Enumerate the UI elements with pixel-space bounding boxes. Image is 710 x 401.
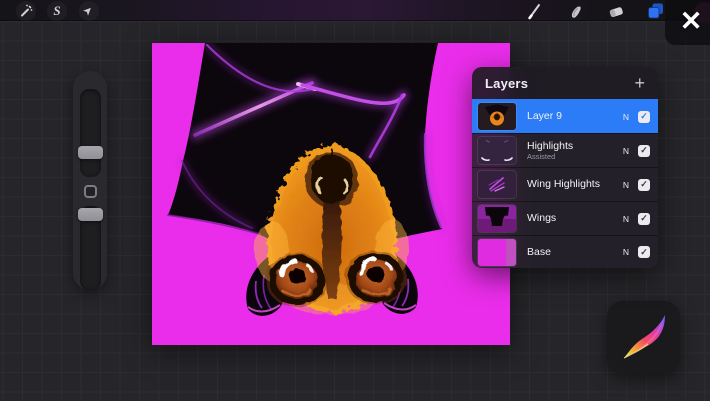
brush-sidebar (73, 71, 107, 290)
procreate-logo (607, 301, 680, 374)
layer-row-base[interactable]: Base N ✓ (472, 235, 658, 268)
procreate-swoosh-icon (614, 308, 674, 368)
layers-panel: Layers + Layer 9 N ✓ (472, 67, 658, 268)
brush-glyph (524, 1, 544, 21)
smudge-icon[interactable] (565, 0, 587, 22)
layer-row-wing-highlights[interactable]: Wing Highlights N ✓ (472, 167, 658, 201)
layer-label: Layer 9 (527, 110, 623, 122)
layers-glyph (645, 1, 665, 21)
bat-artwork (152, 43, 510, 345)
layer-thumbnail-wing-highlights (478, 171, 516, 198)
close-icon[interactable]: ✕ (674, 3, 708, 39)
layers-panel-header: Layers + (472, 67, 658, 99)
blend-mode-badge[interactable]: N (623, 112, 629, 122)
layer-row-wings[interactable]: Wings N ✓ (472, 201, 658, 235)
layer-label: Wing Highlights (527, 178, 623, 190)
brush-icon[interactable] (523, 0, 545, 22)
selection-s-glyph: S (53, 4, 60, 17)
brush-size-slider[interactable] (80, 89, 101, 177)
brush-size-handle[interactable] (78, 146, 103, 159)
add-layer-button[interactable]: + (634, 74, 645, 92)
selection-icon[interactable]: S (47, 1, 67, 21)
blend-mode-badge[interactable]: N (623, 214, 629, 224)
visibility-checkbox[interactable]: ✓ (638, 179, 650, 191)
top-toolbar: S ➤ (0, 0, 710, 21)
layer-thumbnail-highlights (478, 137, 516, 164)
blend-mode-badge[interactable]: N (623, 146, 629, 156)
layer-label: Wings (527, 212, 623, 224)
layer-thumbnail-bat-face (478, 103, 516, 130)
visibility-checkbox[interactable]: ✓ (638, 246, 650, 258)
drawing-canvas[interactable] (152, 43, 510, 345)
visibility-checkbox[interactable]: ✓ (638, 111, 650, 123)
layer-sublabel: Assisted (527, 152, 623, 161)
magic-wand-glyph (18, 3, 34, 19)
smudge-glyph (566, 1, 586, 21)
adjustments-icon[interactable] (16, 1, 36, 21)
eraser-icon[interactable] (605, 0, 627, 22)
layer-row-highlights[interactable]: Highlights Assisted N ✓ (472, 133, 658, 167)
modify-button[interactable] (84, 185, 97, 198)
transform-arrow-glyph: ➤ (82, 4, 96, 18)
layers-panel-title: Layers (485, 76, 528, 91)
layer-row-layer9[interactable]: Layer 9 N ✓ (472, 99, 658, 133)
procreate-workspace: S ➤ (0, 0, 710, 401)
layer-thumbnail-wings (478, 205, 516, 232)
blend-mode-badge[interactable]: N (623, 180, 629, 190)
visibility-checkbox[interactable]: ✓ (638, 213, 650, 225)
layers-icon[interactable] (644, 0, 666, 22)
brush-opacity-slider[interactable] (80, 206, 101, 290)
brush-opacity-handle[interactable] (78, 208, 103, 221)
layer-label: Highlights (527, 140, 623, 152)
blend-mode-badge[interactable]: N (623, 247, 629, 257)
visibility-checkbox[interactable]: ✓ (638, 145, 650, 157)
layer-label: Base (527, 246, 623, 258)
transform-icon[interactable]: ➤ (79, 1, 99, 21)
eraser-glyph (606, 1, 626, 21)
layer-thumbnail-base (478, 239, 516, 266)
